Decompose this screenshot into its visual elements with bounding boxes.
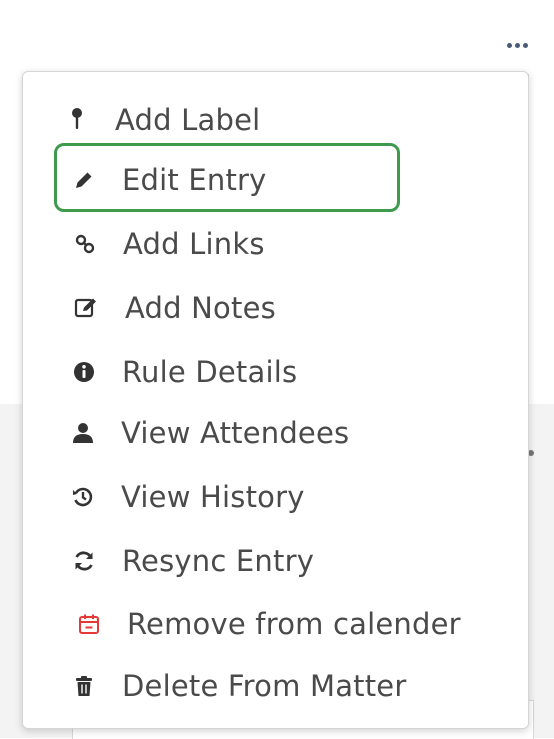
menu-item-remove-from-calender[interactable]: Remove from calender <box>75 599 515 649</box>
menu-item-label: Edit Entry <box>122 163 267 197</box>
menu-item-label: Add Links <box>123 227 265 261</box>
menu-item-rule-details[interactable]: Rule Details <box>70 347 510 397</box>
menu-item-view-history[interactable]: View History <box>69 472 509 522</box>
menu-item-add-label[interactable]: Add Label <box>63 95 503 145</box>
context-menu: Add Label Edit Entry Add Links Add Notes… <box>22 71 529 729</box>
menu-item-view-attendees[interactable]: View Attendees <box>69 408 509 458</box>
info-icon <box>70 358 98 386</box>
edit-note-icon <box>73 294 101 322</box>
menu-item-label: Resync Entry <box>122 544 315 578</box>
calendar-remove-icon <box>75 610 103 638</box>
pencil-icon <box>70 166 98 194</box>
dot-icon <box>506 42 512 48</box>
dot-icon <box>514 42 520 48</box>
menu-item-label: Rule Details <box>122 355 298 389</box>
menu-item-edit-entry[interactable]: Edit Entry <box>70 155 510 205</box>
menu-item-label: View Attendees <box>121 416 350 450</box>
menu-item-add-notes[interactable]: Add Notes <box>73 283 513 333</box>
sync-icon <box>70 547 98 575</box>
menu-item-resync-entry[interactable]: Resync Entry <box>70 536 510 586</box>
link-icon <box>71 230 99 258</box>
user-icon <box>69 419 97 447</box>
menu-item-label: Add Label <box>115 103 261 137</box>
dot-icon <box>522 42 528 48</box>
menu-item-label: Remove from calender <box>127 607 461 641</box>
more-actions-button[interactable] <box>500 36 534 54</box>
menu-item-add-links[interactable]: Add Links <box>71 219 511 269</box>
history-icon <box>69 483 97 511</box>
pin-icon <box>63 106 91 134</box>
menu-item-delete-from-matter[interactable]: Delete From Matter <box>70 661 510 711</box>
menu-item-label: Add Notes <box>125 291 276 325</box>
menu-item-label: View History <box>121 480 305 514</box>
menu-item-label: Delete From Matter <box>122 669 407 703</box>
trash-icon <box>70 672 98 700</box>
